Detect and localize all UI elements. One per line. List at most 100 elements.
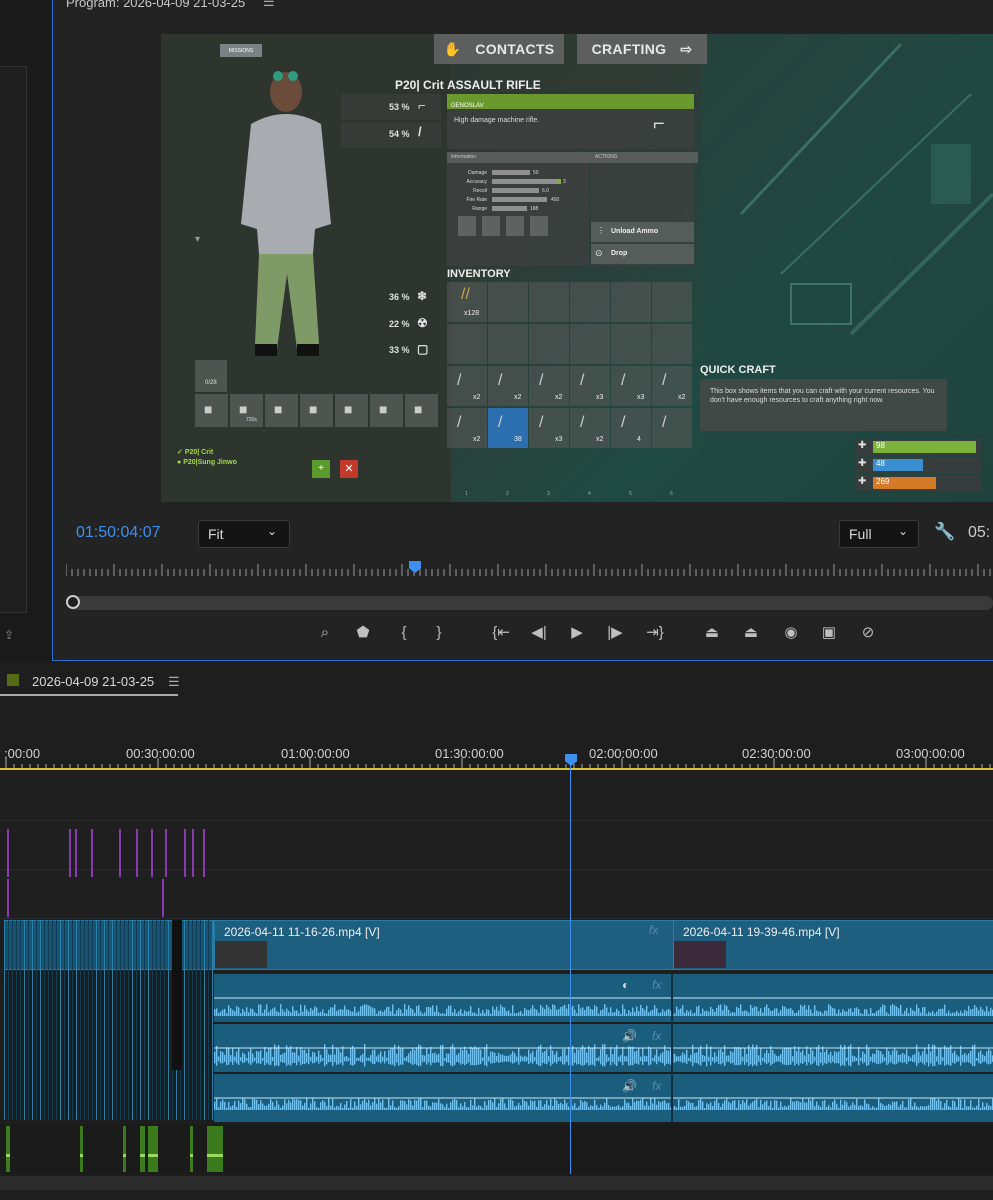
waveform-sample xyxy=(436,1102,438,1110)
compare-view-icon[interactable]: ▣ xyxy=(818,622,840,644)
attachment-slot[interactable] xyxy=(458,216,476,236)
waveform-sample xyxy=(360,1006,362,1016)
inventory-slot[interactable] xyxy=(488,324,528,364)
waveform-sample xyxy=(966,1010,968,1016)
inventory-slot[interactable]: x2 / xyxy=(570,408,610,448)
item-icon: / xyxy=(457,372,462,389)
wear-slot[interactable]: ■ xyxy=(300,394,333,427)
drop-button[interactable]: ⊙ Drop xyxy=(591,244,694,264)
quick-craft-panel: This box shows items that you can craft … xyxy=(700,379,947,431)
backpack-slot[interactable]: 0/28 xyxy=(195,360,227,392)
video-track-v3[interactable] xyxy=(0,774,993,821)
wear-slot[interactable]: ■ xyxy=(335,394,368,427)
inventory-slot[interactable] xyxy=(611,324,651,364)
inventory-slot[interactable] xyxy=(611,282,651,322)
inventory-slot[interactable] xyxy=(529,324,569,364)
item-count: x2 xyxy=(678,394,686,401)
wear-slot[interactable]: ■ 720s xyxy=(230,394,263,427)
mark-out-icon[interactable]: } xyxy=(428,622,450,644)
tab-underline xyxy=(0,694,178,696)
zoom-select[interactable]: Fit ⌄ xyxy=(198,520,290,548)
panel-menu-icon[interactable]: ☰ xyxy=(263,0,275,10)
inventory-slot[interactable] xyxy=(529,282,569,322)
wear-slot[interactable]: ■ xyxy=(370,394,403,427)
settings-wrench-icon[interactable]: 🔧 xyxy=(934,522,955,542)
mark-in-icon[interactable]: { xyxy=(393,622,415,644)
waveform-sample xyxy=(832,1101,834,1110)
wear-slot[interactable]: ■ xyxy=(265,394,298,427)
inventory-slot[interactable] xyxy=(570,282,610,322)
timeline-ruler[interactable] xyxy=(0,758,993,772)
extract-icon[interactable]: ⏏ xyxy=(740,622,762,644)
video-clip[interactable]: 2026-04-11 19-39-46.mp4 [V] xyxy=(673,920,993,970)
green-clip[interactable] xyxy=(80,1126,83,1172)
contacts-button[interactable]: ✋ CONTACTS xyxy=(434,34,564,64)
export-frame-camera-icon[interactable]: ◉ xyxy=(780,622,802,644)
go-to-out-icon[interactable]: ⇥} xyxy=(644,622,666,644)
waveform-sample xyxy=(224,1008,226,1016)
wear-slot[interactable]: ■ xyxy=(405,394,438,427)
inventory-slot[interactable]: x3 / xyxy=(570,366,610,406)
export-icon[interactable]: ⇪ xyxy=(4,628,14,642)
waveform-sample xyxy=(940,1048,942,1065)
add-member-button[interactable]: + xyxy=(312,460,330,478)
inventory-slot[interactable]: x2 / xyxy=(447,366,487,406)
inventory-slot[interactable] xyxy=(652,324,692,364)
leave-team-button[interactable]: ✕ xyxy=(340,460,358,478)
inventory-slot[interactable]: x2 / xyxy=(652,366,692,406)
waveform-sample xyxy=(512,1051,514,1064)
inventory-slot[interactable]: x3 / xyxy=(529,408,569,448)
inventory-slot[interactable] xyxy=(570,324,610,364)
timeline-scrollbar[interactable] xyxy=(0,1176,993,1190)
green-clip[interactable] xyxy=(190,1126,193,1172)
attachment-slot[interactable] xyxy=(506,216,524,236)
play-icon[interactable]: ▶ xyxy=(566,622,588,644)
marker-search-icon[interactable]: ⌕ xyxy=(314,622,336,644)
inventory-slot[interactable]: x2 / xyxy=(529,366,569,406)
fx-badge[interactable]: fx xyxy=(649,923,658,937)
inventory-slot[interactable]: x3 / xyxy=(611,366,651,406)
attachment-slot[interactable] xyxy=(530,216,548,236)
inventory-slot[interactable] xyxy=(488,282,528,322)
monitor-time-ruler[interactable] xyxy=(66,560,993,582)
waveform-sample xyxy=(370,1054,372,1063)
timeline-playhead[interactable] xyxy=(570,764,571,1174)
step-back-icon[interactable]: ◀| xyxy=(528,622,550,644)
inventory-slot[interactable]: 4/ xyxy=(611,408,651,448)
wear-slot[interactable]: ■ xyxy=(195,394,228,427)
waveform-sample xyxy=(330,1105,332,1110)
inventory-slot[interactable] xyxy=(652,282,692,322)
scrollbar-handle[interactable] xyxy=(66,595,80,609)
step-forward-icon[interactable]: |▶ xyxy=(604,622,626,644)
green-clip[interactable] xyxy=(6,1126,10,1172)
video-clip[interactable]: 2026-04-11 11-16-26.mp4 [V] fx xyxy=(214,920,674,970)
missions-label: MISSIONS xyxy=(228,47,254,54)
quality-select[interactable]: Full ⌄ xyxy=(839,520,919,548)
video-frame[interactable]: MISSIONS ✋ CONTACTS CRAFTING ⇨ 53 % ⌐ 54… xyxy=(161,34,993,502)
lift-icon[interactable]: ⏏ xyxy=(701,622,723,644)
green-clip[interactable] xyxy=(123,1126,126,1172)
toggle-proxies-icon[interactable]: ⊘ xyxy=(857,622,879,644)
playhead-timecode[interactable]: 01:50:04:07 xyxy=(76,524,161,542)
inventory-slot[interactable] xyxy=(447,324,487,364)
zoom-scrollbar[interactable] xyxy=(67,596,993,610)
inventory-slot[interactable]: / xyxy=(652,408,692,448)
waveform-sample xyxy=(928,1011,930,1016)
unload-ammo-button[interactable]: ⋮ Unload Ammo xyxy=(591,222,694,242)
green-clip[interactable] xyxy=(148,1126,158,1172)
go-to-in-icon[interactable]: {⇤ xyxy=(490,622,512,644)
add-marker-icon[interactable]: ⬟ xyxy=(352,622,374,644)
green-clip[interactable] xyxy=(207,1126,223,1172)
inventory-slot[interactable]: 38 / xyxy=(488,408,528,448)
waveform-sample xyxy=(418,1005,420,1016)
waveform-sample xyxy=(390,1048,392,1065)
inventory-slot[interactable]: x2 / xyxy=(447,408,487,448)
inventory-slot[interactable]: x2 / xyxy=(488,366,528,406)
waveform-sample xyxy=(812,1050,814,1064)
sequence-tab[interactable]: 2026-04-09 21-03-25 xyxy=(32,674,154,689)
waveform-sample xyxy=(614,1011,616,1016)
crafting-button[interactable]: CRAFTING ⇨ xyxy=(577,34,707,64)
attachment-slot[interactable] xyxy=(482,216,500,236)
green-clip[interactable] xyxy=(140,1126,145,1172)
panel-menu-icon[interactable]: ☰ xyxy=(168,674,180,690)
